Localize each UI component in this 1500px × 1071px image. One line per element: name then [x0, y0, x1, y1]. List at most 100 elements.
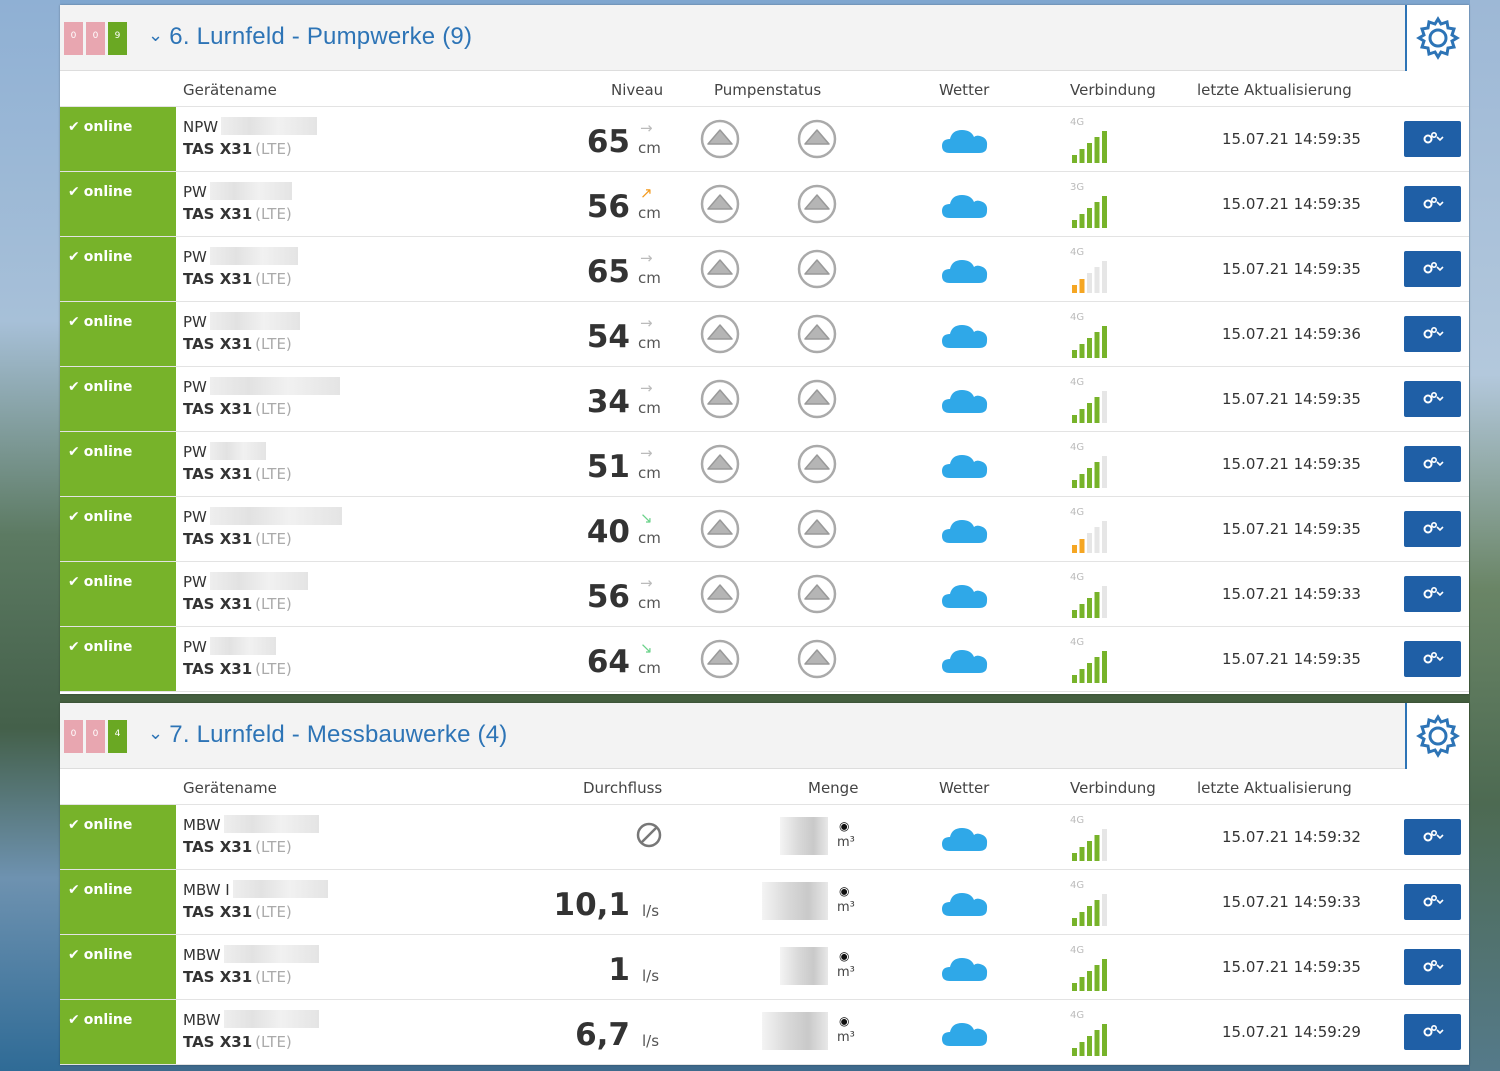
redacted-amount [780, 817, 828, 855]
col-amount[interactable]: Menge [808, 779, 858, 797]
check-icon: ✔ [68, 249, 80, 265]
col-connection[interactable]: Verbindung [1070, 779, 1156, 797]
table-row[interactable]: ✔ online PW TAS X31 (LTE) 40 cm ↘ 4G 15.07.21 14:… [60, 497, 1469, 562]
group-title-toggle[interactable]: ⌄ 6. Lurnfeld - Pumpwerke (9) [148, 23, 472, 51]
status-badge: ✔ online [60, 172, 176, 236]
col-device-name[interactable]: Gerätename [183, 81, 277, 99]
table-row[interactable]: ✔ online PW TAS X31 (LTE) 65 cm → 4G 15.07.21 14:… [60, 237, 1469, 302]
gear-icon [1422, 959, 1444, 976]
table-row[interactable]: ✔ online PW TAS X31 (LTE) 56 cm → 4G 15.07.21 14:… [60, 562, 1469, 627]
pump-status-icon [797, 379, 837, 419]
table-row[interactable]: ✔ online PW TAS X31 (LTE) 34 cm → 4G 15.07.21 14:… [60, 367, 1469, 432]
device-name[interactable]: PW [183, 247, 298, 266]
device-type-text: TAS X31 [183, 400, 253, 418]
status-badge: ✔ online [60, 870, 176, 934]
col-device-name[interactable]: Gerätename [183, 779, 277, 797]
group-title: 6. Lurnfeld - Pumpwerke (9) [169, 23, 473, 50]
col-pump-status[interactable]: Pumpenstatus [714, 81, 821, 99]
device-actions-button[interactable] [1404, 511, 1461, 547]
level-unit: cm [638, 594, 661, 612]
chevron-down-icon: ⌄ [148, 723, 164, 743]
device-name[interactable]: NPW [183, 117, 318, 136]
group-panel-messbauwerke: 0 0 4 ⌄ 7. Lurnfeld - Messbauwerke (4) Ge… [60, 703, 1469, 1065]
device-actions-button[interactable] [1404, 121, 1461, 157]
group-header: 0 0 9 ⌄ 6. Lurnfeld - Pumpwerke (9) [60, 5, 1469, 71]
table-row[interactable]: ✔ online MBW TAS X31 (LTE) 6,7 l/s ◉ m³ 4G 15.07.2… [60, 1000, 1469, 1065]
device-type-text: TAS X31 [183, 270, 253, 288]
redacted-name [223, 945, 319, 963]
device-name[interactable]: PW [183, 637, 276, 656]
status-text: online [83, 882, 133, 898]
check-icon: ✔ [68, 1012, 80, 1028]
device-actions-button[interactable] [1404, 251, 1461, 287]
device-name[interactable]: PW [183, 442, 266, 461]
device-actions-button[interactable] [1404, 884, 1461, 920]
device-name[interactable]: PW [183, 572, 308, 591]
col-last-update[interactable]: letzte Aktualisierung [1197, 779, 1352, 797]
pump-status-icon [700, 639, 740, 679]
table-row[interactable]: ✔ online MBW I TAS X31 (LTE) 10,1 l/s ◉ m³ 4G 15.0… [60, 870, 1469, 935]
signal-icon: 4G [1070, 247, 1110, 293]
col-level[interactable]: Niveau [611, 81, 663, 99]
check-icon: ✔ [68, 574, 80, 590]
col-connection[interactable]: Verbindung [1070, 81, 1156, 99]
signal-icon: 4G [1070, 572, 1110, 618]
camera-icon[interactable]: ◉ [839, 884, 849, 898]
device-type-sub: (LTE) [255, 270, 292, 288]
device-type-text: TAS X31 [183, 1033, 253, 1051]
table-row[interactable]: ✔ online PW TAS X31 (LTE) 56 cm ↗ 3G 15.07.21 14:… [60, 172, 1469, 237]
last-update-time: 15.07.21 14:59:33 [1222, 585, 1361, 603]
cloud-icon [940, 125, 990, 155]
device-actions-button[interactable] [1404, 949, 1461, 985]
camera-icon[interactable]: ◉ [839, 1014, 849, 1028]
level-unit: cm [638, 204, 661, 222]
group-settings-button[interactable] [1405, 5, 1469, 71]
pump-status-icon [700, 249, 740, 289]
device-name[interactable]: MBW [183, 945, 319, 964]
table-row[interactable]: ✔ online PW TAS X31 (LTE) 54 cm → 4G 15.07.21 14:… [60, 302, 1469, 367]
flow-unit: l/s [642, 967, 660, 985]
device-name[interactable]: PW [183, 182, 292, 201]
camera-icon[interactable]: ◉ [839, 949, 849, 963]
device-actions-button[interactable] [1404, 1014, 1461, 1050]
group-title-toggle[interactable]: ⌄ 7. Lurnfeld - Messbauwerke (4) [148, 721, 507, 749]
device-name[interactable]: MBW [183, 1010, 319, 1029]
device-type-text: TAS X31 [183, 660, 253, 678]
pump-status-icon [797, 444, 837, 484]
device-actions-button[interactable] [1404, 641, 1461, 677]
table-row[interactable]: ✔ online MBW TAS X31 (LTE) ◉ m³ 4G 15.07.21 14:5… [60, 805, 1469, 870]
camera-icon[interactable]: ◉ [839, 819, 849, 833]
pump-status-icon [797, 249, 837, 289]
status-badge: ✔ online [60, 1000, 176, 1064]
last-update-time: 15.07.21 14:59:35 [1222, 520, 1361, 538]
col-flow[interactable]: Durchfluss [583, 779, 662, 797]
device-actions-button[interactable] [1404, 186, 1461, 222]
device-name[interactable]: PW [183, 312, 300, 331]
network-type: 4G [1070, 442, 1085, 453]
col-weather[interactable]: Wetter [939, 81, 989, 99]
device-actions-button[interactable] [1404, 316, 1461, 352]
device-actions-button[interactable] [1404, 446, 1461, 482]
col-last-update[interactable]: letzte Aktualisierung [1197, 81, 1352, 99]
counter-offline: 0 [64, 720, 83, 753]
col-weather[interactable]: Wetter [939, 779, 989, 797]
device-actions-button[interactable] [1404, 819, 1461, 855]
network-type: 4G [1070, 572, 1085, 583]
device-actions-button[interactable] [1404, 381, 1461, 417]
table-row[interactable]: ✔ online MBW TAS X31 (LTE) 1 l/s ◉ m³ 4G 15.07.21 … [60, 935, 1469, 1000]
device-name[interactable]: PW [183, 507, 342, 526]
status-text: online [83, 509, 133, 525]
pump-status-icon [700, 509, 740, 549]
table-row[interactable]: ✔ online PW TAS X31 (LTE) 64 cm ↘ 4G 15.07.21 14:… [60, 627, 1469, 692]
table-row[interactable]: ✔ online PW TAS X31 (LTE) 51 cm → 4G 15.07.21 14:… [60, 432, 1469, 497]
last-update-time: 15.07.21 14:59:35 [1222, 130, 1361, 148]
device-name[interactable]: PW [183, 377, 340, 396]
flow-value: 1 [608, 952, 630, 988]
device-actions-button[interactable] [1404, 576, 1461, 612]
network-type: 4G [1070, 117, 1085, 128]
group-settings-button[interactable] [1405, 703, 1469, 769]
device-name[interactable]: MBW I [183, 880, 328, 899]
table-row[interactable]: ✔ online NPW TAS X31 (LTE) 65 cm → 4G 15.07.21 14… [60, 107, 1469, 172]
device-name-text: MBW I [183, 881, 230, 899]
device-name[interactable]: MBW [183, 815, 319, 834]
